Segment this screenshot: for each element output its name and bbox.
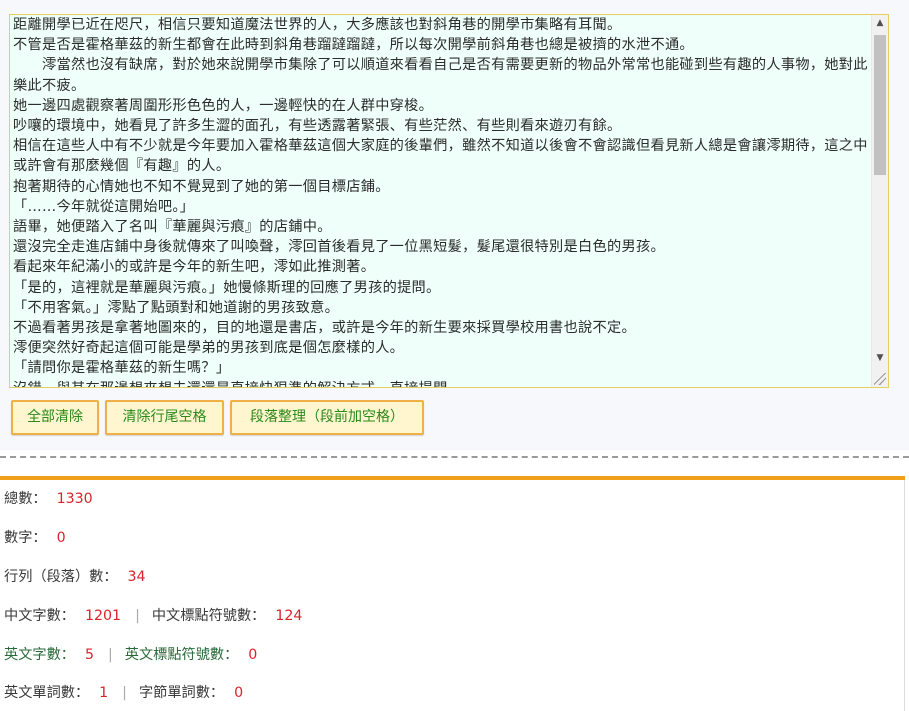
editor-line: 語畢，她便踏入了名叫『華麗與污痕』的店鋪中。 — [13, 219, 332, 236]
stat-separator: | — [107, 647, 113, 663]
editor-panel: 距離開學已近在咫尺，相信只要知道魔法世界的人，大多應該也對斜角巷的開學市集略有耳… — [0, 0, 909, 450]
editor-content[interactable]: 距離開學已近在咫尺，相信只要知道魔法世界的人，大多應該也對斜角巷的開學市集略有耳… — [13, 15, 868, 387]
stat-value: 34 — [127, 569, 146, 585]
trim-trailing-spaces-button[interactable]: 清除行尾空格 — [105, 400, 224, 435]
stat-label: 英文單詞數： — [4, 685, 90, 701]
dashed-divider — [0, 456, 909, 458]
editor-line: 「……今年就從這開始吧。」 — [13, 198, 195, 215]
stat-value: 1330 — [56, 491, 93, 507]
scroll-up-arrow-icon[interactable]: ▲ — [872, 15, 888, 32]
stat-label: 字節單詞數： — [138, 685, 225, 701]
editor-line: 看起來年紀滿小的或許是今年的新生吧，澪如此推測著。 — [13, 259, 376, 276]
editor-line: 「請問你是霍格華茲的新生嗎？」 — [13, 360, 231, 377]
stat-separator: | — [135, 608, 140, 624]
editor-line: 「是的，這裡就是華麗與污痕。」她慢條斯理的回應了男孩的提問。 — [13, 279, 441, 296]
stat-total: 總數： 1330 — [4, 488, 93, 508]
stat-digits: 數字： 0 — [4, 527, 66, 547]
editor-line: 不管是否是霍格華茲的新生都會在此時到斜角巷蹓躂蹓躂，所以每次開學前斜角巷也總是被… — [13, 37, 694, 54]
editor-line: 相信在這些人中有不少就是今年要加入霍格華茲這個大家庭的後輩們，雖然不知道以後會不… — [13, 138, 868, 175]
clear-all-button[interactable]: 全部清除 — [11, 400, 99, 435]
editor-line: 抱著期待的心情她也不知不覺晃到了她的第一個目標店鋪。 — [13, 178, 390, 195]
editor-line: 澪便突然好奇起這個可能是學弟的男孩到底是個怎麼樣的人。 — [13, 340, 405, 357]
paragraph-format-button[interactable]: 段落整理（段前加空格） — [230, 400, 424, 435]
editor-line: 她一邊四處觀察著周圍形形色色的人，一邊輕快的在人群中穿梭。 — [13, 97, 434, 114]
stat-lines: 行列（段落）數： 34 — [4, 566, 146, 586]
editor-line: 距離開學已近在咫尺，相信只要知道魔法世界的人，大多應該也對斜角巷的開學市集略有耳… — [13, 17, 622, 33]
editor-scrollbar[interactable]: ▲ ▼ — [871, 15, 888, 387]
stat-value: 0 — [248, 647, 258, 663]
stat-label: 行列（段落）數： — [4, 569, 118, 585]
stat-label: 總數： — [4, 491, 47, 507]
text-editor[interactable]: 距離開學已近在咫尺，相信只要知道魔法世界的人，大多應該也對斜角巷的開學市集略有耳… — [9, 14, 889, 388]
stat-label: 英文字數： — [4, 647, 75, 663]
stat-separator: | — [122, 685, 127, 701]
stat-label: 中文字數： — [4, 608, 75, 624]
scrollbar-thumb[interactable] — [874, 35, 886, 175]
stat-value: 0 — [234, 685, 244, 701]
stat-label: 英文標點符號數： — [124, 647, 239, 663]
stats-panel: 總數： 1330 數字： 0 行列（段落）數： 34 中文字數： 1201 | 中文標點符號… — [0, 480, 905, 711]
editor-line: 吵嚷的環境中，她看見了許多生澀的面孔，有些透露著緊張、有些茫然、有些則看來遊刃有… — [13, 118, 622, 135]
resize-grip-icon[interactable] — [874, 373, 886, 385]
stat-words: 英文單詞數： 1 | 字節單詞數： 0 — [4, 682, 243, 702]
scroll-down-arrow-icon[interactable]: ▼ — [872, 350, 888, 367]
stat-chinese: 中文字數： 1201 | 中文標點符號數： 124 — [4, 605, 302, 625]
editor-line: 澪當然也沒有缺席，對於她來說開學市集除了可以順道來看看自己是否有需要更新的物品外… — [13, 57, 868, 94]
editor-line: 「不用客氣。」澪點了點頭對和她道謝的男孩致意。 — [13, 299, 340, 316]
editor-line: 不過看著男孩是拿著地圖來的，目的地還是書店，或許是今年的新生要來採買學校用書也說… — [13, 320, 636, 337]
stat-english: 英文字數： 5 | 英文標點符號數： 0 — [4, 644, 257, 664]
stat-value: 124 — [275, 608, 303, 624]
stat-value: 5 — [84, 647, 94, 663]
stat-value: 1201 — [84, 608, 122, 624]
stat-label: 數字： — [4, 530, 47, 546]
stat-value: 1 — [99, 685, 109, 701]
stat-value: 0 — [56, 530, 66, 546]
stat-label: 中文標點符號數： — [151, 608, 266, 624]
editor-line: 沒錯，與其在那邊想來想去還還是直接快狠準的解決方式，直接提問。 — [13, 379, 868, 387]
editor-line: 還沒完全走進店鋪中身後就傳來了叫喚聲，澪回首後看見了一位黑短髮，髮尾還很特別是白… — [13, 239, 665, 256]
